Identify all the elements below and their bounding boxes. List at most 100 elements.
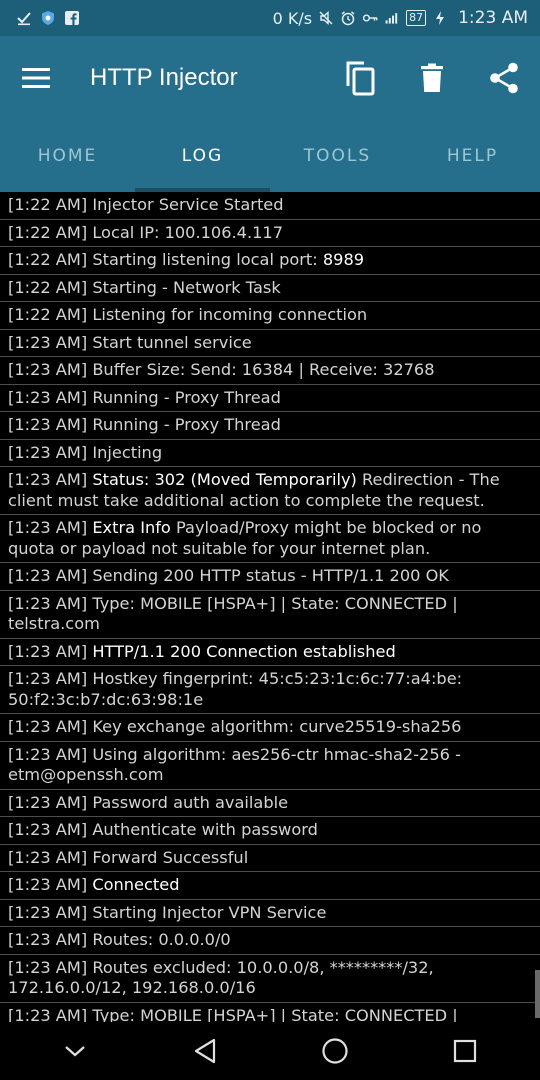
log-highlight: HTTP/1.1 200 Connection established <box>92 641 396 661</box>
log-entry: [1:23 AM] Key exchange algorithm: curve2… <box>0 714 540 742</box>
log-entry: [1:22 AM] Starting listening local port:… <box>0 247 540 275</box>
trash-icon <box>421 63 443 92</box>
log-timestamp: [1:23 AM] <box>8 566 88 585</box>
share-icon <box>490 62 518 94</box>
log-entry: [1:23 AM] Running - Proxy Thread <box>0 412 540 440</box>
tab-tools[interactable]: TOOLS <box>270 120 405 192</box>
tab-log[interactable]: LOG <box>135 120 270 192</box>
log-entry: [1:23 AM] Using algorithm: aes256-ctr hm… <box>0 742 540 790</box>
log-timestamp: [1:23 AM] <box>8 442 88 462</box>
log-timestamp: [1:23 AM] <box>8 415 88 434</box>
log-entry: [1:23 AM] Authenticate with password <box>0 817 540 845</box>
log-list[interactable]: [1:22 AM] Injector Service Started [1:22 … <box>0 192 540 1022</box>
vpn-key-icon <box>362 10 378 26</box>
log-entry: [1:23 AM] Type: MOBILE [HSPA+] | State: … <box>0 591 540 639</box>
status-bar: 0 K/s 87 1:23 AM <box>0 0 540 36</box>
log-message: Key exchange algorithm: curve25519-sha25… <box>92 717 462 736</box>
tab-help[interactable]: HELP <box>405 120 540 192</box>
status-notifications <box>16 10 80 26</box>
log-message: Sending 200 HTTP status - HTTP/1.1 200 O… <box>92 566 449 585</box>
log-timestamp: [1:22 AM] <box>8 195 88 214</box>
log-entry: [1:23 AM] Start tunnel service <box>0 330 540 357</box>
tab-home[interactable]: HOME <box>0 120 135 192</box>
nav-home-button[interactable] <box>305 1026 365 1076</box>
facebook-icon <box>64 10 80 26</box>
log-entry: [1:23 AM] Hostkey fingerprint: 45:c5:23:… <box>0 666 540 714</box>
back-triangle-icon <box>194 1038 216 1064</box>
log-message: Injector Service Started <box>92 195 284 214</box>
log-entry: [1:22 AM] Local IP: 100.106.4.117 <box>0 220 540 247</box>
log-timestamp: [1:23 AM] <box>8 518 88 537</box>
log-timestamp: [1:23 AM] <box>8 332 88 352</box>
log-message: Listening for incoming connection <box>92 305 368 324</box>
log-entry: [1:23 AM] Type: MOBILE [HSPA+] | State: … <box>0 1003 540 1023</box>
log-message: Password auth available <box>92 792 289 812</box>
log-message: Forward Successful <box>92 847 249 867</box>
log-entry: [1:23 AM] Sending 200 HTTP status - HTTP… <box>0 563 540 591</box>
log-entry: [1:23 AM] Connected <box>0 872 540 900</box>
log-entry: [1:22 AM] Starting - Network Task <box>0 275 540 302</box>
log-message: Routes: 0.0.0.0/0 <box>92 930 231 949</box>
log-entry: [1:23 AM] Password auth available <box>0 790 540 817</box>
log-message: Local IP: 100.106.4.117 <box>92 222 283 242</box>
log-timestamp: [1:23 AM] <box>8 902 88 922</box>
copy-icon <box>346 61 375 96</box>
navigation-bar <box>0 1022 540 1080</box>
log-timestamp: [1:22 AM] <box>8 222 88 242</box>
network-speed: 0 K/s <box>272 8 313 28</box>
log-timestamp: [1:23 AM] <box>8 875 88 894</box>
log-entry: [1:23 AM] Running - Proxy Thread <box>0 385 540 412</box>
log-entry: [1:23 AM] Status: 302 (Moved Temporarily… <box>0 467 540 515</box>
menu-button[interactable] <box>18 60 54 96</box>
home-circle-icon <box>322 1038 348 1064</box>
delete-button[interactable] <box>414 60 450 96</box>
mute-icon <box>318 10 334 26</box>
log-timestamp: [1:23 AM] <box>8 847 88 867</box>
log-entry: [1:23 AM] Starting Injector VPN Service <box>0 900 540 927</box>
log-message: Starting Injector VPN Service <box>92 902 327 922</box>
log-message: Injecting <box>92 442 163 462</box>
log-entry: [1:22 AM] Injector Service Started <box>0 192 540 220</box>
log-highlight: Status: 302 (Moved Temporarily) <box>92 470 357 489</box>
log-highlight: Connected <box>92 875 180 894</box>
log-message: Running - Proxy Thread <box>92 415 281 434</box>
log-timestamp: [1:23 AM] <box>8 1005 88 1023</box>
log-message: Authenticate with password <box>92 820 318 839</box>
log-entry: [1:23 AM] HTTP/1.1 200 Connection establ… <box>0 639 540 666</box>
download-done-icon <box>16 10 32 26</box>
log-entry: [1:23 AM] Injecting <box>0 440 540 467</box>
log-timestamp: [1:23 AM] <box>8 470 88 489</box>
scrollbar-thumb[interactable] <box>535 970 540 1018</box>
hamburger-icon <box>22 68 50 88</box>
log-timestamp: [1:22 AM] <box>8 305 88 324</box>
share-button[interactable] <box>486 60 522 96</box>
log-timestamp: [1:23 AM] <box>8 641 88 661</box>
nav-back-button[interactable] <box>175 1026 235 1076</box>
log-message: Starting - Network Task <box>92 277 281 297</box>
log-message: Starting listening local port: <box>92 250 323 269</box>
log-message: Buffer Size: Send: 16384 | Receive: 3276… <box>92 360 435 379</box>
shield-icon <box>40 10 56 26</box>
log-timestamp: [1:23 AM] <box>8 930 88 949</box>
log-entry: [1:23 AM] Forward Successful <box>0 845 540 872</box>
log-entry: [1:23 AM] Routes: 0.0.0.0/0 <box>0 927 540 955</box>
log-timestamp: [1:23 AM] <box>8 593 88 613</box>
log-timestamp: [1:23 AM] <box>8 957 88 977</box>
log-timestamp: [1:23 AM] <box>8 360 88 379</box>
log-timestamp: [1:23 AM] <box>8 820 88 839</box>
log-timestamp: [1:23 AM] <box>8 717 88 736</box>
status-system: 0 K/s 87 1:23 AM <box>273 8 528 28</box>
log-highlight: 8989 <box>322 250 365 269</box>
tab-bar: HOME LOG TOOLS HELP <box>0 120 540 192</box>
log-timestamp: [1:22 AM] <box>8 250 88 269</box>
log-entry: [1:23 AM] Extra Info Payload/Proxy might… <box>0 515 540 563</box>
alarm-icon <box>340 10 356 26</box>
battery-indicator: 87 <box>406 10 427 26</box>
charging-icon <box>432 10 448 26</box>
signal-icon <box>384 10 400 26</box>
log-timestamp: [1:22 AM] <box>8 277 88 297</box>
copy-button[interactable] <box>342 60 378 96</box>
nav-hide-button[interactable] <box>45 1026 105 1076</box>
nav-recent-button[interactable] <box>435 1026 495 1076</box>
log-timestamp: [1:23 AM] <box>8 792 88 812</box>
